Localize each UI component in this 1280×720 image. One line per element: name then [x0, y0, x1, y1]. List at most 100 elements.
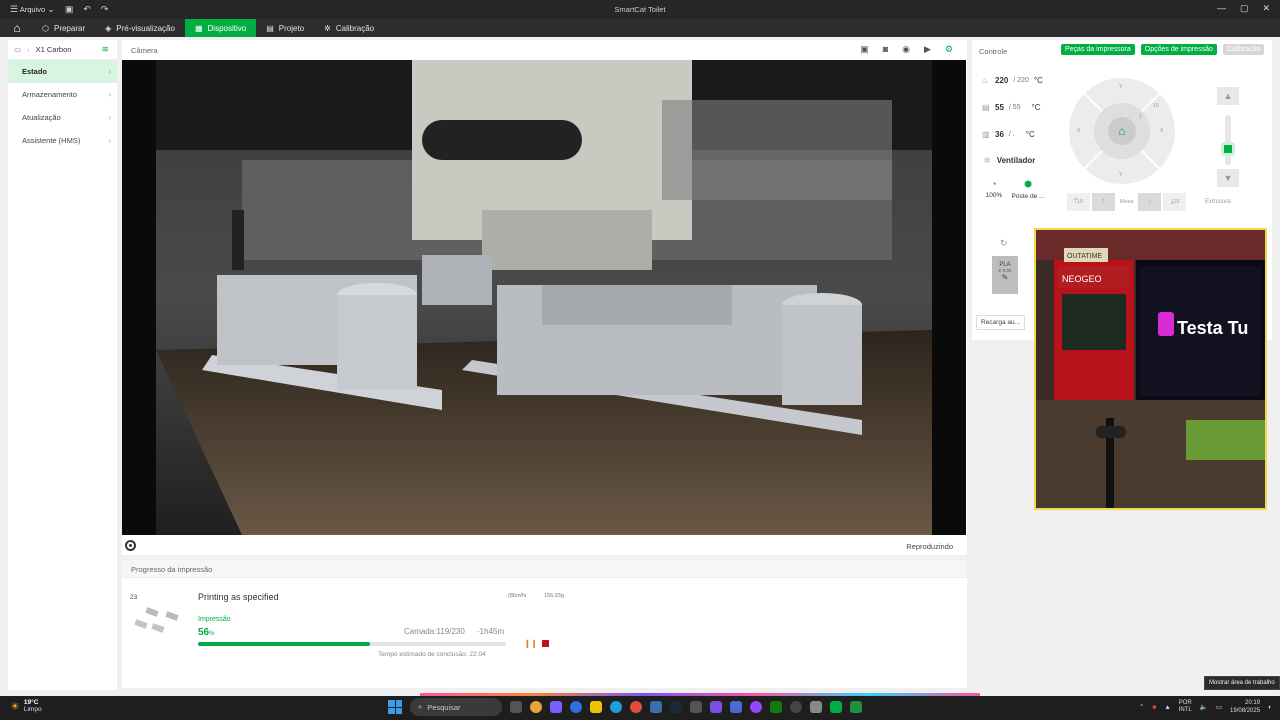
app-tray-icon[interactable]: ▲	[1164, 704, 1170, 711]
stop-button[interactable]	[542, 640, 549, 647]
app-icon[interactable]	[850, 701, 862, 713]
minimize-button[interactable]: —	[1217, 3, 1226, 14]
bed-label: Mesa	[1120, 199, 1134, 205]
close-button[interactable]: ✕	[1262, 3, 1270, 14]
edge-icon[interactable]	[610, 701, 622, 713]
twitch-icon[interactable]	[750, 701, 762, 713]
app-icon[interactable]	[650, 701, 662, 713]
chrome-icon[interactable]	[530, 701, 542, 713]
fan-title: ✻ Ventilador	[984, 156, 1036, 165]
weather-widget[interactable]: ☀ 19°C Limpo	[10, 699, 42, 713]
control-title: Controle	[979, 47, 1008, 56]
app-icon[interactable]	[730, 701, 742, 713]
start-button[interactable]	[388, 700, 402, 714]
app-icon[interactable]	[810, 701, 822, 713]
progress-title: Progresso da impressão	[122, 560, 967, 578]
title-bar: ☰ Arquivo ⌄ ▣ ↶ ↷ SmartCat Toilet — ▢ ✕	[0, 0, 1280, 19]
shield-icon: ⬢	[1024, 179, 1032, 189]
bed-down-10-button[interactable]: ⤓10	[1163, 193, 1187, 211]
tab-project[interactable]: ▤ Projeto	[256, 19, 314, 37]
sidebar-item-status[interactable]: Estado ›	[8, 60, 117, 83]
device-selector[interactable]: ▭ › X1 Carbon ≋	[8, 40, 117, 60]
record-icon[interactable]: ◙	[883, 44, 888, 55]
camera-switch-icon[interactable]: ◉	[902, 44, 910, 55]
app-icon[interactable]	[570, 701, 582, 713]
calibration-button[interactable]: Calibração	[1222, 44, 1265, 55]
obs-icon[interactable]	[790, 701, 802, 713]
xy-jog-pad[interactable]: ⌂ Y X 10 1 X Y	[1069, 78, 1175, 184]
camera-title: Câmera	[131, 46, 158, 55]
extrude-up-button[interactable]: ▲	[1217, 87, 1239, 105]
app-icon[interactable]	[550, 701, 562, 713]
stream-status: Reproduzindo	[906, 542, 953, 551]
notification-icon[interactable]: ◐	[1268, 704, 1272, 711]
stop-stream-button[interactable]	[125, 540, 136, 551]
time-remaining: -1h45m	[477, 627, 505, 636]
language-indicator[interactable]: POR INTL	[1179, 700, 1192, 714]
chevron-right-icon: ›	[108, 67, 111, 76]
progress-percent: 56%	[198, 627, 215, 638]
volume-icon[interactable]: 🔈	[1200, 703, 1208, 711]
tab-calibration[interactable]: ✲ Calibração	[314, 19, 384, 37]
extrude-down-button[interactable]: ▼	[1217, 169, 1239, 187]
settings-icon[interactable]: ⚙	[945, 44, 953, 55]
fan-mode[interactable]: ⬢ Poste de ...	[1010, 179, 1046, 200]
timelapse-icon[interactable]: ▶	[924, 44, 931, 55]
cube-icon: ⬡	[42, 23, 49, 33]
eta-text: Tempo estimado de conclusão: 22:04	[378, 651, 486, 658]
home-icon[interactable]: ⌂	[8, 21, 26, 35]
taskbar-search[interactable]: ⌕ Pesquisar	[410, 698, 502, 716]
window-title: SmartCat Toilet	[614, 5, 666, 14]
chrome-icon[interactable]	[630, 701, 642, 713]
pause-button[interactable]: ❙❙	[524, 639, 537, 648]
bed-temp[interactable]: ▤ 55 / 55 °C	[982, 103, 1041, 112]
weather-icon: ☀	[10, 700, 20, 713]
steam-icon[interactable]	[670, 701, 682, 713]
bambu-studio-icon[interactable]	[830, 701, 842, 713]
camera-image	[122, 60, 966, 535]
bed-up-1-button[interactable]: ↑	[1092, 193, 1115, 211]
wifi-icon: ≋	[101, 44, 109, 54]
print-thumbnail	[134, 607, 179, 633]
streamer-webcam-overlay: Testa Tu NEOGEO OUTATIME	[1034, 228, 1267, 510]
main-nav: ⌂ ⬡ Preparar ◈ Pré-visualização ▦ Dispositi…	[0, 19, 1280, 37]
network-icon[interactable]: ▭	[1216, 703, 1222, 711]
discord-icon[interactable]	[710, 701, 722, 713]
bed-down-1-button[interactable]: ↓	[1138, 193, 1162, 211]
svg-text:OUTATIME: OUTATIME	[1067, 253, 1102, 260]
auto-refill-button[interactable]: Recarga au...	[976, 315, 1026, 330]
sidebar-item-hms[interactable]: Assistente (HMS) ›	[8, 129, 117, 152]
clock[interactable]: 20:19 19/08/2025	[1230, 699, 1260, 715]
fan-icon: ✻	[984, 156, 991, 165]
sidebar-item-storage[interactable]: Armazenamento ›	[8, 83, 117, 106]
fan-speed[interactable]: ◔ 100%	[984, 179, 1004, 199]
xbox-icon[interactable]	[770, 701, 782, 713]
home-axes-button[interactable]: ⌂	[1108, 117, 1136, 145]
bed-up-10-button[interactable]: ⤒10	[1067, 193, 1090, 211]
svg-text:NEOGEO: NEOGEO	[1062, 274, 1102, 284]
printer-parts-button[interactable]: Peças da impressora	[1061, 44, 1135, 55]
snapshot-icon[interactable]: ▣	[860, 44, 869, 55]
refresh-icon[interactable]: ↻	[1000, 238, 1008, 249]
device-icon: ▦	[194, 23, 203, 33]
progress-bar	[198, 642, 506, 646]
app-icon[interactable]	[690, 701, 702, 713]
chamber-temp[interactable]: ▥ 36 / . °C	[982, 130, 1035, 139]
app-tray-icon[interactable]: ■	[1152, 704, 1156, 711]
tab-preview[interactable]: ◈ Pré-visualização	[95, 19, 185, 37]
tab-device[interactable]: ▦ Dispositivo	[184, 19, 257, 37]
ams-slot-1[interactable]: PLA K 0.00 ✎	[992, 256, 1018, 294]
file-explorer-icon[interactable]	[590, 701, 602, 713]
maximize-button[interactable]: ▢	[1240, 3, 1249, 14]
svg-text:Testa Tu: Testa Tu	[1177, 318, 1248, 338]
chevron-up-icon[interactable]: ⌃	[1139, 703, 1144, 711]
nozzle-temp[interactable]: ⌂ 220 / 220 °C	[982, 76, 1043, 85]
plate-number: 23	[130, 594, 138, 601]
tab-prepare[interactable]: ⬡ Preparar	[32, 19, 95, 37]
edit-icon: ✎	[1001, 273, 1009, 282]
job-name: Printing as specified	[198, 592, 279, 602]
print-options-button[interactable]: Opções de impressão	[1140, 44, 1217, 55]
sidebar-item-update[interactable]: Atualização ›	[8, 106, 117, 129]
task-view-icon[interactable]	[510, 701, 522, 713]
app-window: ☰ Arquivo ⌄ ▣ ↶ ↷ SmartCat Toilet — ▢ ✕ …	[0, 0, 1280, 720]
